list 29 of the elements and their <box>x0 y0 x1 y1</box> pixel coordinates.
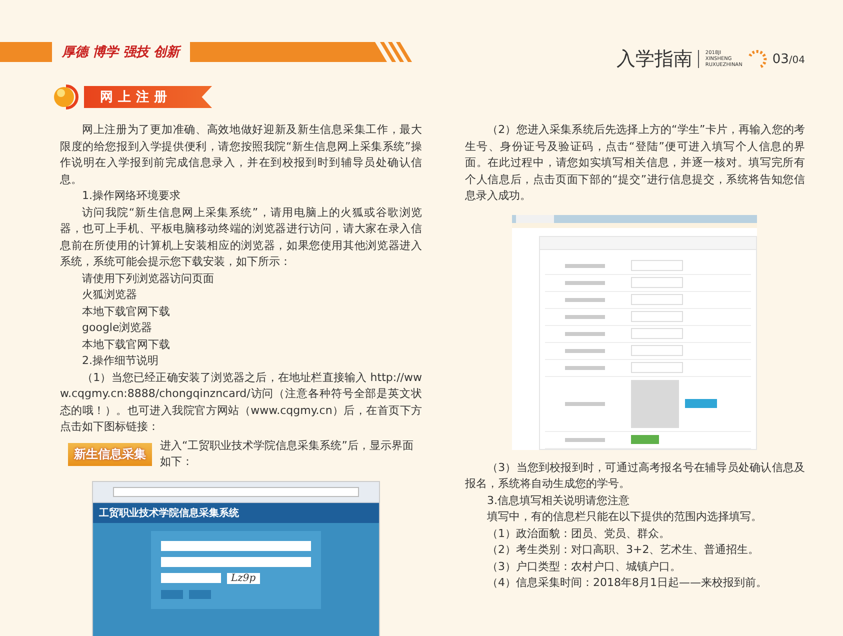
paragraph: （1）当您已经正确安装了浏览器之后，在地址栏直接输入 http://www.cqgmy.cn:8888/chongqinzncard/访问（注意各种符号全部是英文状态的哦！）。也可进入我院官方网站（www.cqgmy.cn）后，在首页下方点击如下图标链接： <box>59 370 422 435</box>
input-field <box>161 573 221 583</box>
guide-title: 入学指南 <box>616 47 692 72</box>
paragraph: （3）当您到校报到时，可通过高考报名号在辅导员处确认信息及报名，系统将自动生成您的学号。 <box>465 460 805 492</box>
paragraph: 2.操作细节说明 <box>81 353 160 369</box>
paragraph: （2）考生类别：对口高职、3+2、艺术生、普通招生。 <box>486 542 760 558</box>
site-title: 工贸职业技术学院信息采集系统 <box>93 502 379 522</box>
paragraph: 填写中，有的信息栏只能在以下提供的范围内选择填写。 <box>486 509 763 525</box>
paragraph: （4）信息采集时间：2018年8月1日起——来校报到前。 <box>486 575 768 591</box>
header-band <box>0 42 52 62</box>
paragraph: 请使用下列浏览器访问页面 <box>81 270 215 286</box>
paragraph: 进入“工贸职业技术学院信息采集系统”后，显示界面如下： <box>160 438 414 470</box>
paragraph: 本地下载官网下载 <box>81 304 171 320</box>
captcha-image: Lz9p <box>227 572 260 584</box>
section-title: 网上注册 <box>84 86 212 108</box>
paragraph: 访问我院“新生信息网上采集系统”，请用电脑上的火狐或谷歌浏览器，也可上手机、平板电脑移动终端的浏览器进行访问，请大家在录入信息前在所使用的计算机上安装相应的浏览器，如果您使用其他浏览器进入系统，系统可能会提示您下载安装，如下所示： <box>59 204 422 270</box>
dotted-arc-icon <box>746 48 768 70</box>
paragraph: 火狐浏览器 <box>81 287 138 303</box>
paragraph: 3.信息填写相关说明请您注意 <box>486 492 630 508</box>
paragraph: （1）政治面貌：团员、党员、群众。 <box>486 526 671 542</box>
paragraph: （3）户口类型：农村户口、城镇户口。 <box>486 558 682 574</box>
info-collection-link[interactable]: 新生信息采集 <box>68 442 152 466</box>
paragraph: 本地下载官网下载 <box>81 336 171 352</box>
slogan: 厚德 博学 强技 创新 <box>60 44 182 61</box>
paragraph: （2）您进入采集系统后先选择上方的“学生”卡片，再输入您的考生号、身份证号及验证码，点击“登陆”便可进入填写个人信息的界面。在此过程中，请您如实填写相关信息，并逐一核对。填写完所有个人信息后，点击页面下部的“提交”进行信息提交，系统将告知您信息录入成功。 <box>465 122 805 204</box>
paragraph: 1.操作网络环境要求 <box>81 188 182 204</box>
paragraph: 网上注册为了更加准确、高效地做好迎新及新生信息采集工作，最大限度的给您报到入学提供便利，请您按照我院“新生信息网上采集系统”操作说明在入学报到前完成信息录入，并在到校报到时到辅导员处确认信息。 <box>59 122 422 188</box>
page-number: 03/04 <box>772 52 805 66</box>
paragraph: google浏览器 <box>81 320 154 336</box>
